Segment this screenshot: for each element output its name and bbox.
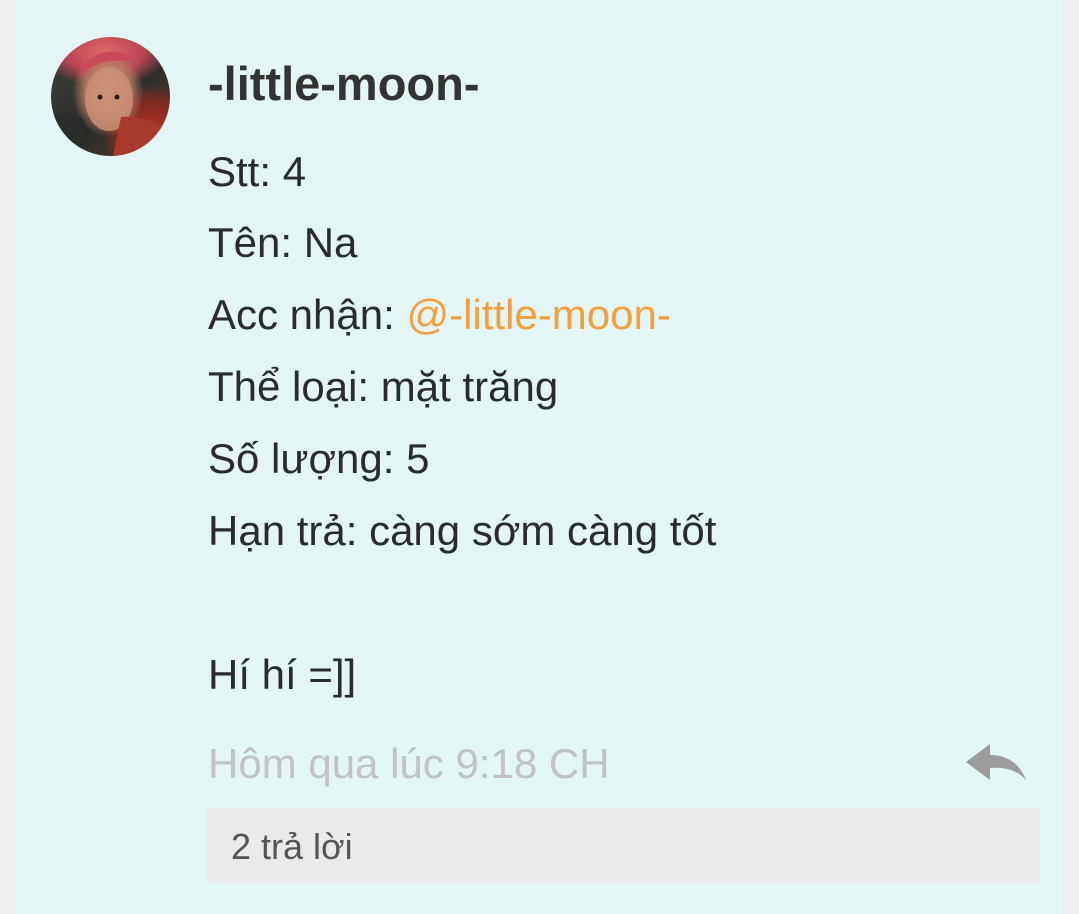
comment-line-stt: Stt: 4 bbox=[208, 148, 307, 195]
avatar-image bbox=[51, 51, 170, 156]
reply-arrow-icon[interactable] bbox=[962, 742, 1028, 786]
comment-line-deadline: Hạn trả: càng sớm càng tốt bbox=[208, 507, 717, 554]
replies-count-label: 2 trả lời bbox=[231, 826, 353, 867]
user-mention-link[interactable]: @-little-moon- bbox=[406, 291, 670, 338]
comment-username[interactable]: -little-moon- bbox=[208, 57, 480, 111]
comment-timestamp: Hôm qua lúc 9:18 CH bbox=[208, 740, 610, 787]
avatar[interactable] bbox=[51, 37, 170, 156]
comment-line-acc: Acc nhận: @-little-moon- bbox=[208, 291, 671, 339]
comment-line-quantity: Số lượng: 5 bbox=[208, 435, 430, 482]
comment-line-closing: Hí hí =]] bbox=[208, 651, 357, 698]
comment-line-category: Thể loại: mặt trăng bbox=[208, 363, 559, 410]
comment-line-name: Tên: Na bbox=[208, 219, 358, 266]
view-replies-button[interactable]: 2 trả lời bbox=[207, 808, 1040, 883]
comment-card: -little-moon- Stt: 4 Tên: Na Acc nhận: @… bbox=[16, 0, 1063, 914]
acc-label: Acc nhận: bbox=[208, 291, 407, 338]
